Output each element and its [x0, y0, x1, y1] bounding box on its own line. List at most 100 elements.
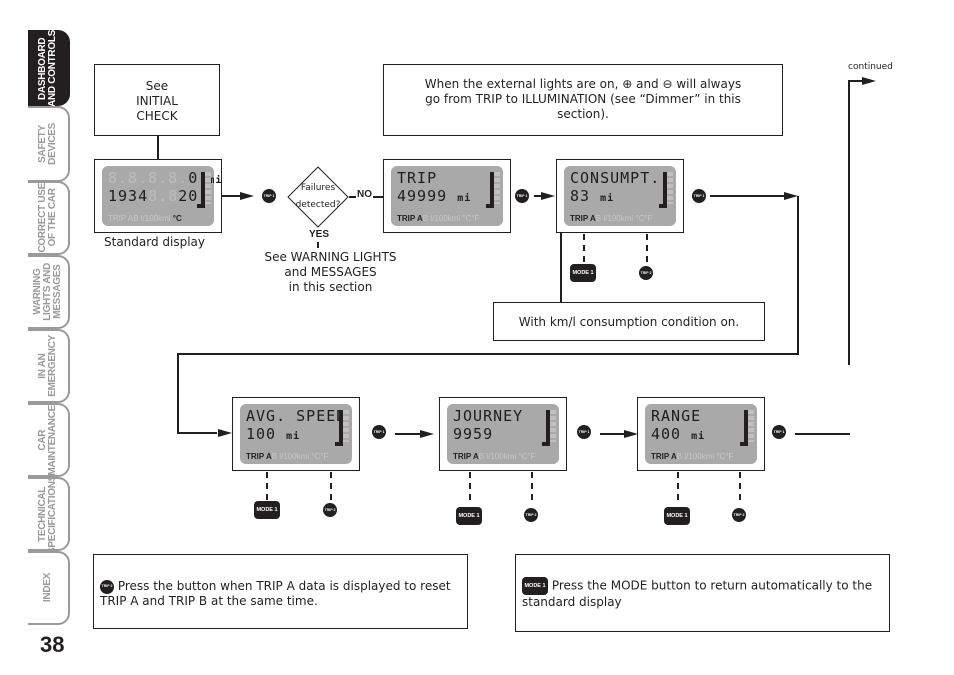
lcd-footer: TRIP AB l/100kmi °C°F: [570, 214, 653, 223]
tab-label: WARNING LIGHTS AND MESSAGES: [32, 263, 63, 321]
arrow-head: [624, 430, 638, 438]
lcd-line1: 0: [188, 169, 199, 187]
arrow-head: [420, 430, 434, 438]
failures-decision: Failures detected?: [287, 166, 349, 228]
connector: [157, 136, 159, 160]
mode1-button[interactable]: MODE 1: [456, 507, 482, 525]
tab-emergency[interactable]: IN AN EMERGENCY: [28, 329, 70, 403]
lcd-line1: RANGE: [651, 407, 702, 425]
kml-connector: [560, 233, 562, 303]
tab-warning-lights[interactable]: WARNING LIGHTS AND MESSAGES: [28, 255, 70, 329]
exit-line: [795, 433, 850, 435]
loop-right: [797, 196, 799, 354]
trip2-icon: TRIP 2: [100, 579, 114, 594]
lcd-line1: JOURNEY: [453, 407, 524, 425]
yes-label: YES: [309, 229, 330, 240]
tab-label: CAR MAINTENANCE: [37, 404, 58, 476]
trip1-button[interactable]: TRIP 1: [262, 189, 276, 203]
loop-in: [177, 432, 217, 434]
lcd-screen: RANGE 400 mi TRIP AB l/100kmi °C°F: [645, 404, 757, 464]
arrow-head: [541, 192, 555, 200]
tab-car-maintenance[interactable]: CAR MAINTENANCE: [28, 403, 70, 477]
trip1-button[interactable]: TRIP 1: [772, 425, 786, 439]
arrow-head: [784, 192, 798, 200]
trip1-button[interactable]: TRIP 1: [577, 425, 591, 439]
tab-dashboard-and-controls[interactable]: DASHBOARD AND CONTROLS: [28, 30, 70, 106]
tab-safety-devices[interactable]: SAFETY DEVICES: [28, 106, 70, 182]
fuel-level-bar: [663, 172, 667, 208]
fuel-level-bar: [546, 410, 550, 446]
warning-lights-note: See WARNING LIGHTS and MESSAGES in this …: [264, 250, 397, 294]
fuel-level-bar: [490, 172, 494, 208]
lcd-screen: 8.8.8.8.0 mi 19348.820 TRIP AB l/100kmi …: [102, 166, 221, 226]
standard-display-caption: Standard display: [104, 235, 206, 249]
trip2-button[interactable]: TRIP 2: [732, 508, 746, 522]
lcd-footer: TRIP AB l/100kmi °C°F: [651, 452, 734, 461]
lcd-footer: TRIP AB l/100kmi °C°F: [453, 452, 536, 461]
lcd-trip-display: TRIP 49999 mi TRIP AB l/100kmi °C°F: [383, 159, 511, 233]
lcd-footer: TRIP AB l/100kmi °C°F: [397, 214, 480, 223]
mode1-icon: MODE 1: [522, 577, 548, 595]
tab-label: SAFETY DEVICES: [37, 123, 58, 165]
continued-label: continued: [848, 62, 893, 72]
lcd-footer: TRIP AB l/100kmi °C°F: [246, 452, 329, 461]
arrow-head: [218, 429, 232, 437]
loop-bottom: [177, 353, 799, 355]
lcd-line2: 49999: [397, 187, 448, 205]
trip2-button[interactable]: TRIP 2: [323, 503, 337, 517]
trip1-button[interactable]: TRIP 1: [692, 189, 706, 203]
trip2-note-box: TRIP 2 Press the button when TRIP A data…: [93, 554, 468, 629]
tab-label: IN AN EMERGENCY: [37, 335, 58, 397]
lcd-screen: JOURNEY 9959 TRIP AB l/100kmi °C°F: [447, 404, 559, 464]
mode1-button[interactable]: MODE 1: [664, 507, 690, 525]
lcd-footer: TRIP AB l/100kmi °C: [108, 214, 182, 223]
lcd-line2: 100: [246, 425, 277, 443]
lcd-line2: 400: [651, 425, 682, 443]
lcd-temp: 20: [178, 187, 199, 205]
lcd-line1: CONSUMPT.: [570, 169, 661, 187]
lcd-line1: TRIP: [397, 169, 438, 187]
no-label: NO: [356, 189, 373, 200]
trip1-button[interactable]: TRIP 1: [515, 189, 529, 203]
fuel-level-bar: [201, 172, 205, 208]
tab-technical-specifications[interactable]: TECHNICAL SPECIFICATIONS: [28, 474, 70, 554]
kml-note-box: With km/l consumption condition on.: [493, 302, 765, 341]
initial-check-box: See INITIAL CHECK: [94, 64, 220, 136]
loop-left: [177, 353, 179, 433]
lcd-line2: 83: [570, 187, 591, 205]
fuel-level-bar: [339, 410, 343, 446]
lcd-range-display: RANGE 400 mi TRIP AB l/100kmi °C°F: [637, 397, 765, 471]
lcd-screen: CONSUMPT. 83 mi TRIP AB l/100kmi °C°F: [564, 166, 676, 226]
lcd-time: 1934: [108, 187, 149, 205]
trip2-button[interactable]: TRIP 2: [639, 266, 653, 280]
fuel-level-bar: [744, 410, 748, 446]
mode1-button[interactable]: MODE 1: [570, 264, 596, 282]
tab-label: TECHNICAL SPECIFICATIONS: [37, 474, 58, 554]
continue-arrow: [862, 77, 876, 85]
lights-note-box: When the external lights are on, ⊕ and ⊖…: [383, 64, 783, 136]
mode1-button[interactable]: MODE 1: [254, 501, 280, 519]
lcd-journey-display: JOURNEY 9959 TRIP AB l/100kmi °C°F: [439, 397, 567, 471]
lcd-line1: AVG. SPEED: [246, 407, 347, 425]
lcd-screen: AVG. SPEED 100 mi TRIP AB l/100kmi °C°F: [240, 404, 352, 464]
trip2-button[interactable]: TRIP 2: [524, 508, 538, 522]
trip2-note-text: Press the button when TRIP A data is dis…: [100, 579, 451, 608]
page-number: 38: [40, 632, 65, 657]
tab-correct-use[interactable]: CORRECT USE OF THE CAR: [28, 181, 70, 255]
lcd-consumpt-display: CONSUMPT. 83 mi TRIP AB l/100kmi °C°F: [556, 159, 684, 233]
arrow-head: [240, 192, 254, 200]
lcd-avg-speed-display: AVG. SPEED 100 mi TRIP AB l/100kmi °C°F: [232, 397, 360, 471]
lcd-line2: 9959: [453, 425, 494, 443]
failures-label: Failures detected?: [295, 183, 341, 210]
trip1-button[interactable]: TRIP 1: [372, 425, 386, 439]
tab-index[interactable]: INDEX: [28, 551, 70, 625]
tab-label: CORRECT USE OF THE CAR: [37, 183, 58, 253]
lcd-screen: TRIP 49999 mi TRIP AB l/100kmi °C°F: [391, 166, 503, 226]
mode-note-text: Press the MODE button to return automati…: [522, 578, 873, 610]
arrow-line: [710, 195, 790, 197]
tab-label: DASHBOARD AND CONTROLS: [37, 29, 58, 107]
lcd-standard-display: 8.8.8.8.0 mi 19348.820 TRIP AB l/100kmi …: [94, 159, 222, 233]
continue-line-vertical: [848, 80, 850, 365]
tab-label: INDEX: [42, 573, 53, 603]
mode-note-box: MODE 1 Press the MODE button to return a…: [515, 554, 890, 632]
